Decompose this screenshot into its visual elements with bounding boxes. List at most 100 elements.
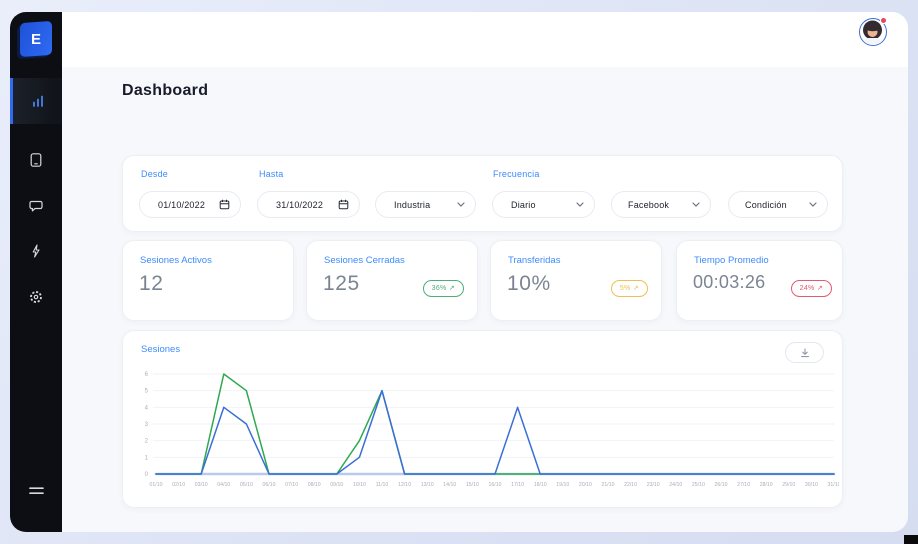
topbar	[62, 12, 908, 67]
dashboard-screen: E	[0, 0, 918, 544]
hasta-date-value: 31/10/2022	[276, 200, 323, 210]
page-title: Dashboard	[122, 82, 208, 100]
content-panel: Dashboard Desde Hasta Frecuencia 01/10/2…	[62, 12, 908, 532]
condicion-value: Condición	[745, 200, 787, 210]
svg-text:17/10: 17/10	[511, 482, 524, 488]
sidebar-item-library[interactable]	[10, 137, 62, 183]
sidebar-item-settings[interactable]	[10, 274, 62, 320]
sessions-chart-svg: 654321001/1002/1003/1004/1005/1006/1007/…	[127, 364, 839, 498]
condicion-dropdown[interactable]: Condición	[728, 191, 828, 218]
corner-artifact	[904, 535, 918, 544]
svg-text:07/10: 07/10	[285, 482, 298, 488]
svg-text:12/10: 12/10	[398, 482, 411, 488]
stat-label: Transferidas	[508, 255, 560, 266]
download-button[interactable]	[785, 342, 824, 363]
svg-text:19/10: 19/10	[556, 482, 569, 488]
svg-text:14/10: 14/10	[443, 482, 456, 488]
hamburger-icon	[29, 487, 44, 495]
trend-badge: 5% ↗	[611, 280, 648, 297]
chat-bubble-icon	[28, 198, 44, 214]
trend-up-icon: ↗	[449, 285, 455, 292]
svg-text:01/10: 01/10	[150, 482, 163, 488]
svg-text:11/10: 11/10	[376, 482, 389, 488]
trend-up-icon: ↗	[817, 285, 823, 292]
stat-label: Sesiones Cerradas	[324, 255, 405, 266]
trend-badge: 36% ↗	[423, 280, 464, 297]
svg-text:31/10: 31/10	[828, 482, 839, 488]
sessions-chart-card: Sesiones 654321001/1002/1003/1004/1005/1…	[122, 330, 843, 508]
svg-text:03/10: 03/10	[195, 482, 208, 488]
hasta-label: Hasta	[259, 169, 284, 179]
stat-label: Sesiones Activos	[140, 255, 212, 266]
sidebar-item-chat[interactable]	[10, 183, 62, 229]
stat-card-sesiones-cerradas: Sesiones Cerradas 125 36% ↗	[306, 240, 478, 321]
tablet-icon	[28, 152, 44, 168]
sidebar-item-automation[interactable]	[10, 228, 62, 274]
svg-text:26/10: 26/10	[715, 482, 728, 488]
stat-card-transferidas: Transferidas 10% 5% ↗	[490, 240, 662, 321]
svg-text:13/10: 13/10	[421, 482, 434, 488]
svg-text:5: 5	[145, 389, 149, 395]
stat-value: 00:03:26	[693, 272, 765, 293]
logo-letter: E	[31, 31, 41, 48]
chart-title: Sesiones	[141, 344, 180, 355]
svg-text:6: 6	[145, 372, 149, 378]
trend-badge: 24% ↗	[791, 280, 832, 297]
desde-date-input[interactable]: 01/10/2022	[139, 191, 241, 218]
canal-dropdown[interactable]: Facebook	[611, 191, 711, 218]
sidebar: E	[10, 12, 62, 532]
industria-dropdown[interactable]: Industria	[375, 191, 476, 218]
bar-chart-icon	[30, 93, 46, 109]
download-icon	[799, 347, 811, 359]
svg-text:21/10: 21/10	[602, 482, 615, 488]
svg-text:18/10: 18/10	[534, 482, 547, 488]
chevron-down-icon	[457, 202, 465, 207]
svg-text:4: 4	[145, 405, 149, 411]
main-area: Dashboard Desde Hasta Frecuencia 01/10/2…	[62, 67, 908, 532]
svg-text:24/10: 24/10	[669, 482, 682, 488]
svg-text:23/10: 23/10	[647, 482, 660, 488]
stat-label: Tiempo Promedio	[694, 255, 769, 266]
canal-value: Facebook	[628, 200, 669, 210]
calendar-icon	[338, 199, 349, 210]
user-avatar[interactable]	[859, 18, 887, 46]
stat-value: 125	[323, 272, 360, 296]
desde-label: Desde	[141, 169, 168, 179]
gear-icon	[28, 289, 44, 305]
svg-text:30/10: 30/10	[805, 482, 818, 488]
chevron-down-icon	[576, 202, 584, 207]
trend-up-icon: ↗	[633, 285, 639, 292]
frecuencia-label: Frecuencia	[493, 169, 540, 179]
svg-text:28/10: 28/10	[760, 482, 773, 488]
svg-text:1: 1	[145, 455, 149, 461]
lightning-bolt-icon	[28, 243, 44, 259]
svg-text:02/10: 02/10	[172, 482, 185, 488]
svg-text:16/10: 16/10	[489, 482, 502, 488]
desde-date-value: 01/10/2022	[158, 200, 205, 210]
notification-dot	[880, 17, 887, 24]
stat-card-sesiones-activos: Sesiones Activos 12	[122, 240, 294, 321]
svg-text:29/10: 29/10	[782, 482, 795, 488]
frecuencia-dropdown[interactable]: Diario	[492, 191, 595, 218]
svg-text:20/10: 20/10	[579, 482, 592, 488]
svg-text:25/10: 25/10	[692, 482, 705, 488]
svg-text:3: 3	[145, 422, 149, 428]
sidebar-item-analytics[interactable]	[10, 78, 62, 124]
sidebar-menu-button[interactable]	[10, 479, 62, 503]
svg-text:10/10: 10/10	[353, 482, 366, 488]
svg-text:0: 0	[145, 472, 149, 478]
frecuencia-value: Diario	[511, 200, 536, 210]
chevron-down-icon	[809, 202, 817, 207]
svg-text:2: 2	[145, 439, 149, 445]
svg-text:09/10: 09/10	[330, 482, 343, 488]
svg-text:15/10: 15/10	[466, 482, 479, 488]
svg-text:08/10: 08/10	[308, 482, 321, 488]
hasta-date-input[interactable]: 31/10/2022	[257, 191, 360, 218]
svg-text:27/10: 27/10	[737, 482, 750, 488]
stat-value: 10%	[507, 272, 551, 296]
chevron-down-icon	[692, 202, 700, 207]
app-logo[interactable]: E	[20, 21, 52, 57]
svg-text:06/10: 06/10	[263, 482, 276, 488]
industria-value: Industria	[394, 200, 430, 210]
calendar-icon	[219, 199, 230, 210]
